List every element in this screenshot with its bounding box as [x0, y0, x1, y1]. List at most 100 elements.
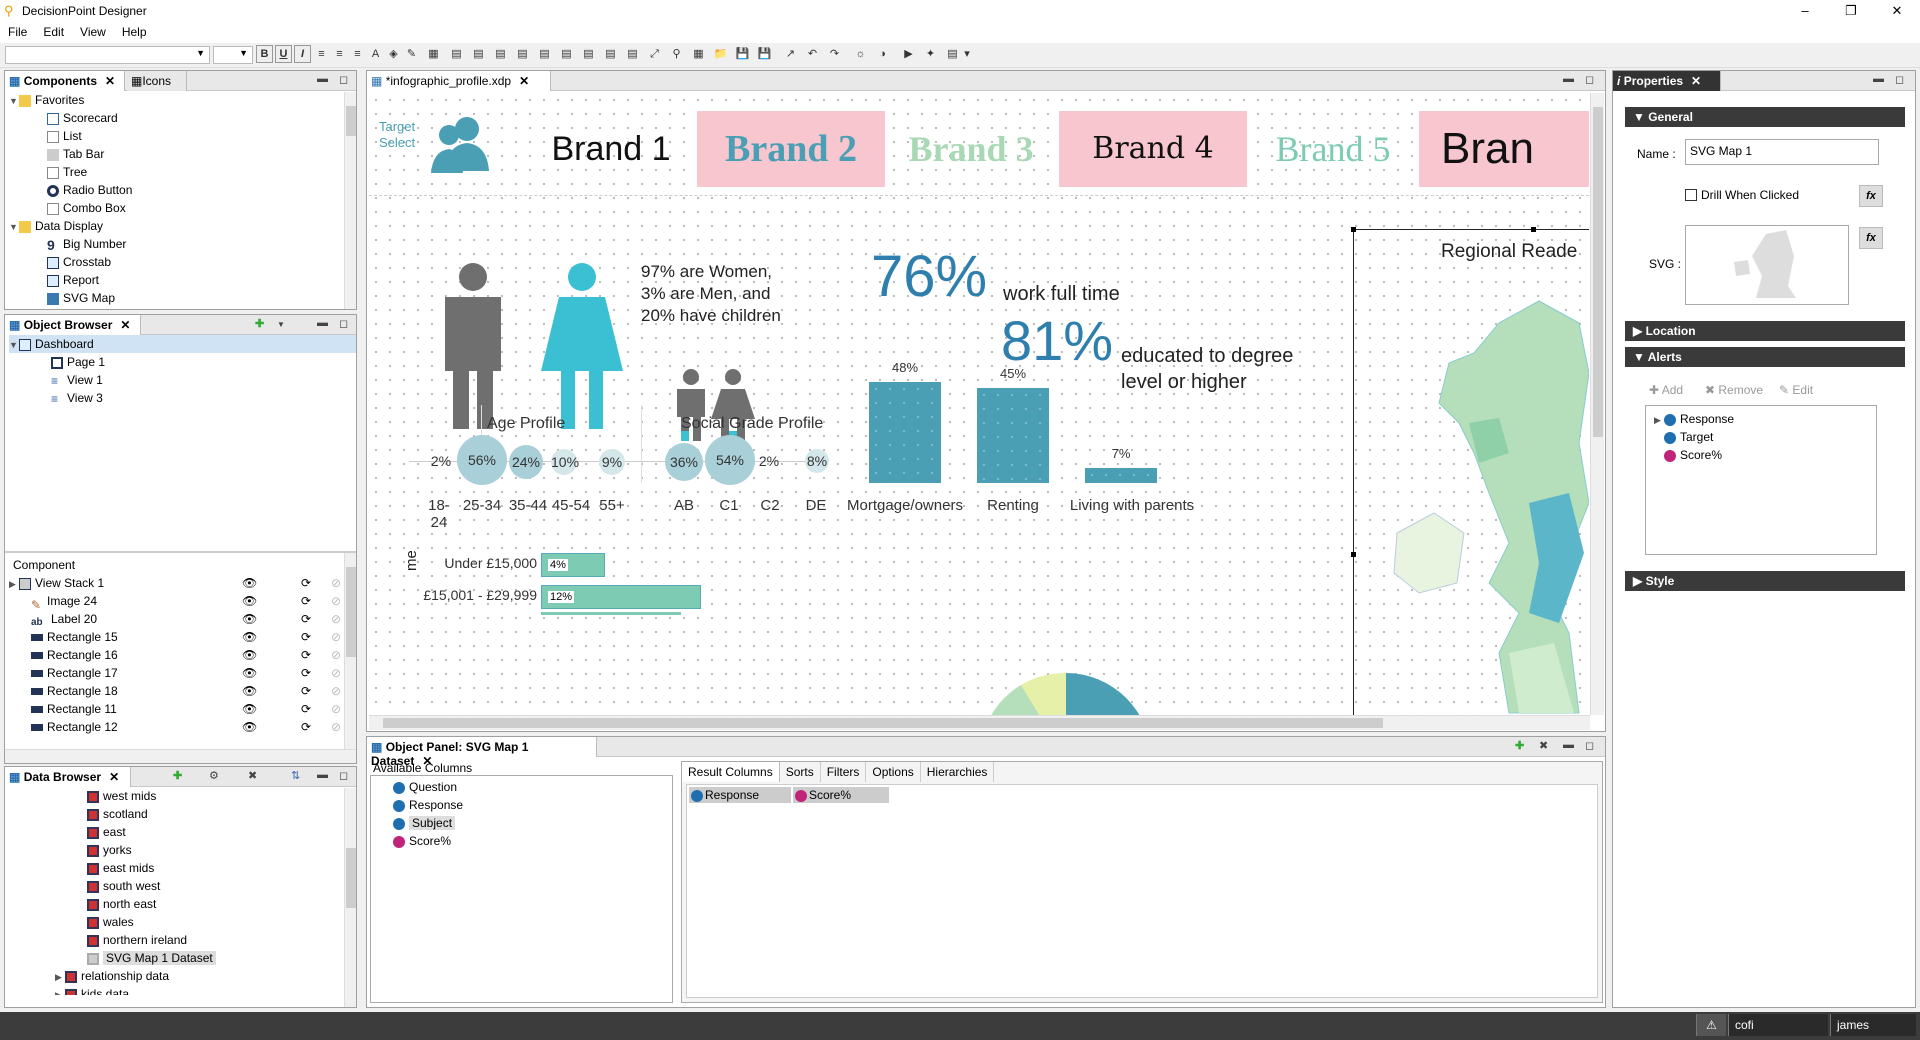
minimize-icon[interactable]: ▬: [317, 73, 328, 85]
menu-file[interactable]: File: [0, 22, 35, 39]
shrink-icon[interactable]: ▤: [624, 45, 641, 63]
data-item[interactable]: west mids: [87, 787, 356, 805]
data-item[interactable]: wales: [87, 913, 356, 931]
dropdown-icon[interactable]: ▼: [277, 320, 285, 329]
maximize-icon[interactable]: ◻: [1585, 73, 1594, 86]
font-family-select[interactable]: ▼: [5, 46, 210, 64]
underline-button[interactable]: U: [275, 45, 292, 63]
same-height-icon[interactable]: ▤: [580, 45, 597, 63]
section-general[interactable]: ▼ General: [1625, 107, 1905, 127]
refresh-icon[interactable]: ⟳: [301, 610, 311, 628]
tree-item-tab-bar[interactable]: Tab Bar: [9, 145, 356, 163]
lock-icon[interactable]: ⊘: [331, 610, 341, 628]
housing-bar[interactable]: [869, 382, 941, 483]
visible-icon[interactable]: 👁: [242, 574, 257, 592]
maximize-icon[interactable]: ◻: [1895, 73, 1904, 86]
tree-item-scorecard[interactable]: Scorecard: [9, 109, 356, 127]
resize-handle[interactable]: [1351, 552, 1356, 557]
lightbulb-icon[interactable]: ☼: [852, 45, 869, 63]
tree-item-report[interactable]: Report: [9, 271, 356, 289]
close-icon[interactable]: ✕: [1691, 74, 1701, 88]
alert-edit-button[interactable]: ✎ Edit: [1779, 383, 1813, 397]
save-all-icon[interactable]: 💾: [756, 45, 773, 63]
menu-view[interactable]: View: [72, 22, 114, 39]
result-column-chip[interactable]: Response: [689, 787, 791, 803]
scrollbar[interactable]: [344, 553, 356, 749]
column-item[interactable]: Score%: [393, 832, 672, 850]
refresh-icon[interactable]: ⟳: [301, 682, 311, 700]
tree-favorites[interactable]: ▼ Favorites: [9, 91, 356, 109]
tab-object-browser[interactable]: ▦ Object Browser ✕: [5, 315, 141, 335]
lock-icon[interactable]: ⊘: [331, 592, 341, 610]
tree-item-combo-box[interactable]: Combo Box: [9, 199, 356, 217]
component-row[interactable]: ab Label 20 👁 ⟳ ⊘: [9, 610, 341, 628]
data-item-selected[interactable]: SVG Map 1 Dataset: [87, 949, 356, 967]
close-button[interactable]: ✕: [1874, 0, 1920, 22]
refresh-icon[interactable]: ⟳: [301, 700, 311, 718]
align-right-icon[interactable]: ≡: [349, 45, 366, 63]
column-item[interactable]: Question: [393, 778, 672, 796]
uk-map[interactable]: [1379, 293, 1589, 715]
lock-icon[interactable]: ⊘: [331, 574, 341, 592]
component-row[interactable]: Rectangle 18 👁 ⟳ ⊘: [9, 682, 341, 700]
component-row[interactable]: Rectangle 11 👁 ⟳ ⊘: [9, 700, 341, 718]
pie-chart[interactable]: [981, 663, 1151, 715]
sort-icon[interactable]: ⇅: [291, 769, 300, 782]
section-alerts[interactable]: ▼ Alerts: [1625, 347, 1905, 367]
visible-icon[interactable]: 👁: [242, 610, 257, 628]
alert-item[interactable]: Score%: [1654, 446, 1876, 464]
minimize-button[interactable]: –: [1782, 0, 1828, 22]
housing-bar[interactable]: [1085, 468, 1157, 483]
alert-add-button[interactable]: ✚ Add: [1649, 383, 1683, 397]
table-icon[interactable]: ▦: [425, 45, 442, 63]
distribute-h-icon[interactable]: ▤: [514, 45, 531, 63]
visible-icon[interactable]: 👁: [242, 718, 257, 736]
visible-icon[interactable]: 👁: [242, 628, 257, 646]
close-icon[interactable]: ✕: [105, 74, 115, 88]
scrollbar[interactable]: [344, 92, 356, 309]
tree-item-tree[interactable]: Tree: [9, 163, 356, 181]
brand-5[interactable]: Brand 5: [1239, 111, 1427, 187]
maximize-icon[interactable]: ◻: [1585, 739, 1594, 752]
preview-icon[interactable]: ⚲: [668, 45, 685, 63]
align-top-icon[interactable]: ▤: [448, 45, 465, 63]
component-row[interactable]: Rectangle 12 👁 ⟳ ⊘: [9, 718, 341, 736]
run-icon[interactable]: ▶: [900, 45, 917, 63]
fx-button[interactable]: fx: [1859, 185, 1883, 207]
data-item[interactable]: east: [87, 823, 356, 841]
tab-icons[interactable]: ▦Icons: [127, 71, 187, 91]
component-row[interactable]: Rectangle 15 👁 ⟳ ⊘: [9, 628, 341, 646]
refresh-icon[interactable]: ⟳: [301, 628, 311, 646]
tree-dashboard[interactable]: ▼ Dashboard: [9, 335, 356, 353]
refresh-icon[interactable]: ⟳: [301, 574, 311, 592]
brand-3[interactable]: Brand 3: [877, 111, 1065, 187]
name-input[interactable]: SVG Map 1: [1685, 139, 1879, 165]
tree-page-1[interactable]: Page 1: [9, 353, 356, 371]
tree-item-crosstab[interactable]: Crosstab: [9, 253, 356, 271]
h-scrollbar[interactable]: [5, 749, 356, 763]
target-select[interactable]: Target Select: [379, 119, 415, 151]
close-icon[interactable]: ✕: [120, 318, 130, 332]
expand-icon[interactable]: ⤢: [646, 45, 663, 63]
lock-icon[interactable]: ⊘: [331, 682, 341, 700]
tree-item-list[interactable]: List: [9, 127, 356, 145]
svg-preview[interactable]: [1685, 225, 1849, 305]
lock-icon[interactable]: ⊘: [331, 718, 341, 736]
warning-icon[interactable]: ⚠: [1696, 1014, 1726, 1036]
align-center-icon[interactable]: ≡: [331, 45, 348, 63]
menu-help[interactable]: Help: [114, 22, 155, 39]
redo-icon[interactable]: ↷: [826, 45, 843, 63]
drill-checkbox[interactable]: [1685, 189, 1697, 201]
lock-icon[interactable]: ⊘: [331, 664, 341, 682]
close-icon[interactable]: ✕: [109, 770, 119, 784]
same-size-icon[interactable]: ▤: [602, 45, 619, 63]
minimize-icon[interactable]: ▬: [1873, 73, 1884, 85]
visible-icon[interactable]: 👁: [242, 682, 257, 700]
link-icon[interactable]: ⚙: [209, 769, 219, 782]
design-canvas[interactable]: Target Select Brand 1 Brand 2 Brand 3 Bra…: [369, 93, 1589, 715]
tab-hierarchies[interactable]: Hierarchies: [921, 762, 995, 782]
section-location[interactable]: ▶ Location: [1625, 321, 1905, 341]
tree-view-3[interactable]: ≡ View 3: [9, 389, 356, 407]
tab-properties[interactable]: i Properties ✕: [1613, 71, 1721, 91]
visible-icon[interactable]: 👁: [242, 646, 257, 664]
